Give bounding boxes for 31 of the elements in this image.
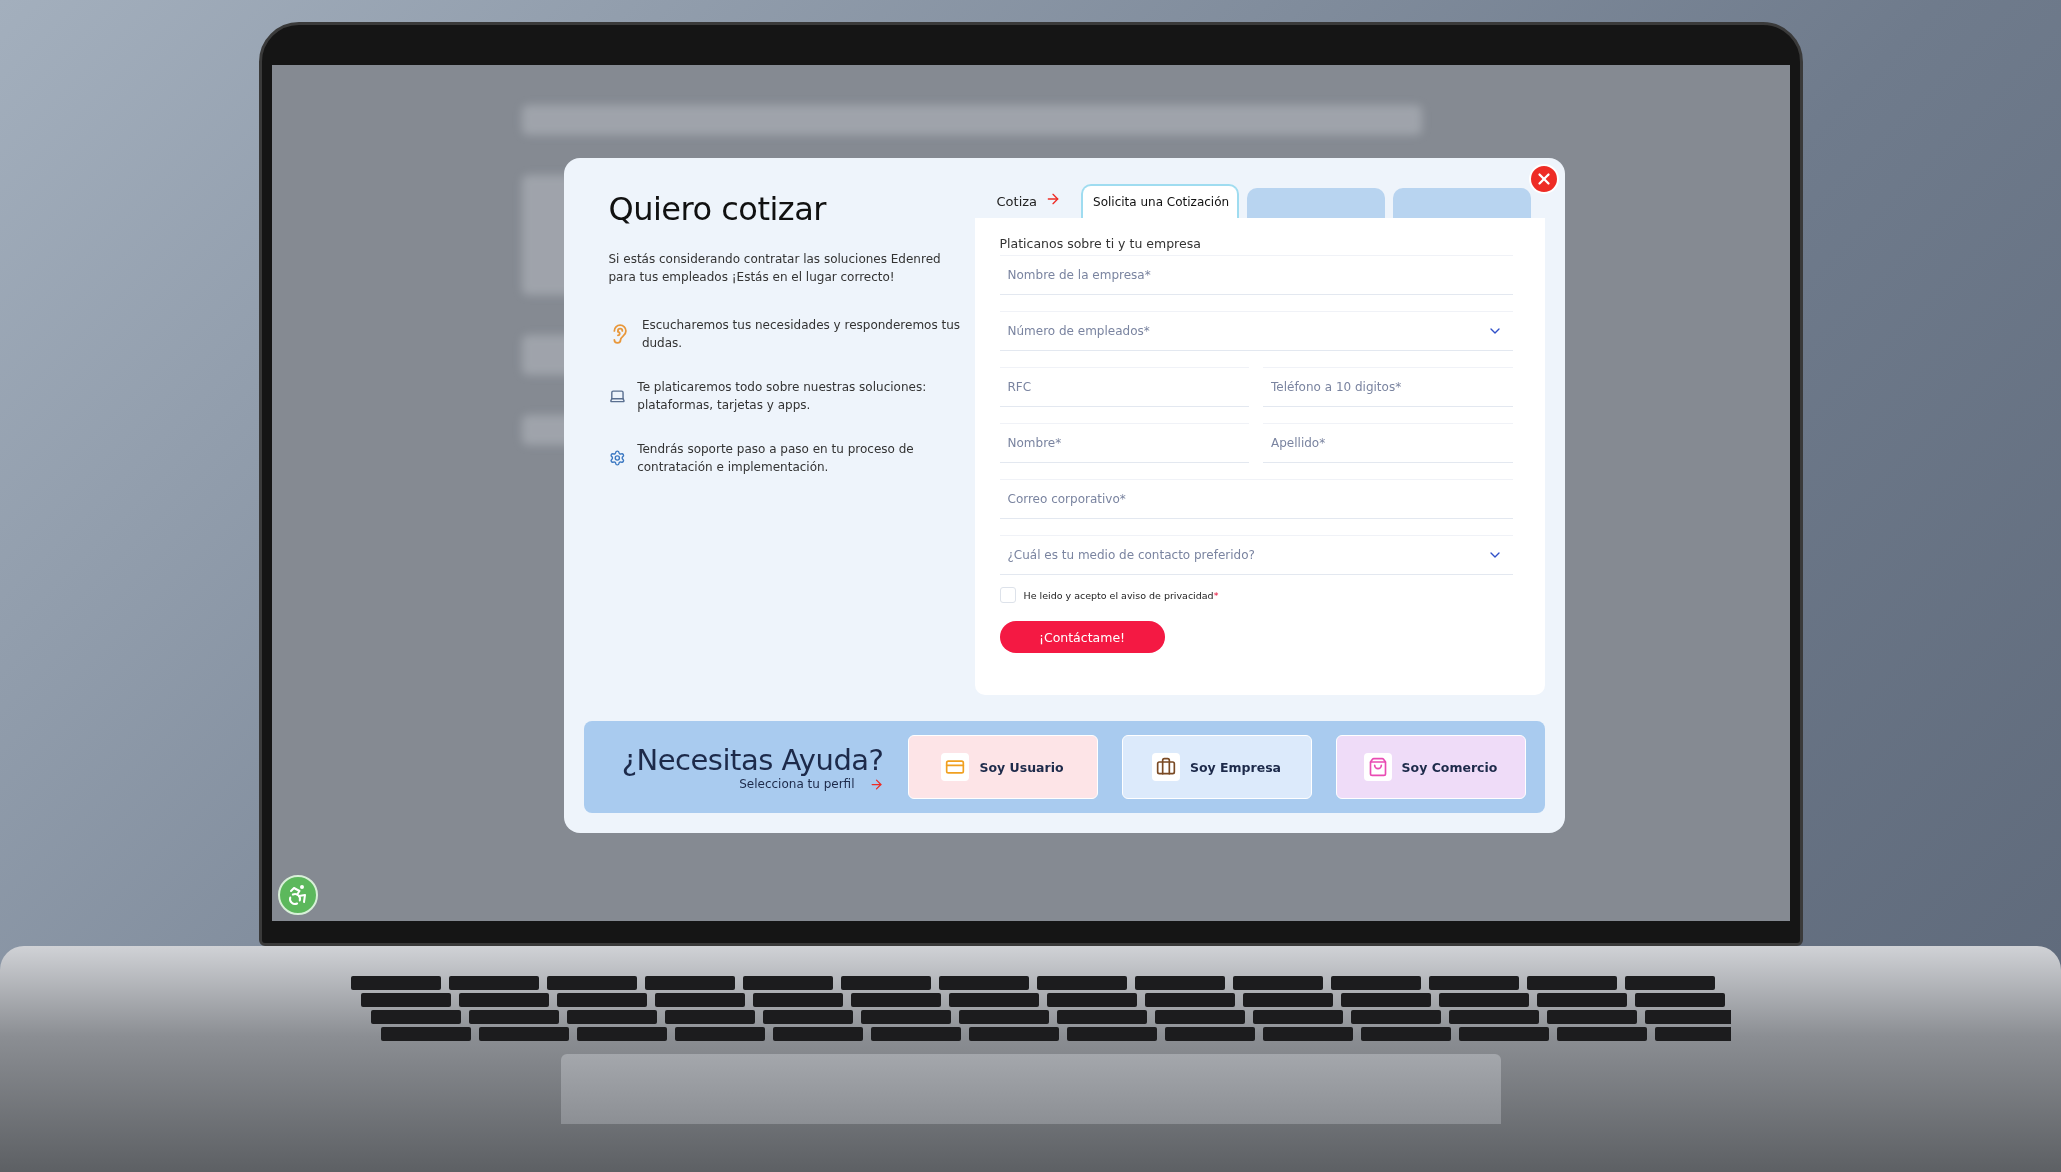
shopping-bag-icon [1363,753,1392,781]
step-label: Cotiza [996,193,1038,209]
card-icon [941,753,970,781]
dialog-title: Quiero cotizar [608,190,828,228]
benefit-text: Te platicaremos todo sobre nuestras soluciones: plataformas, tarjetas y apps. [637,379,928,414]
step-tab[interactable]: Solicita una Cotización [1081,184,1240,218]
input-field[interactable]: RFC [999,367,1249,407]
profile-button[interactable]: Soy Empresa [1121,735,1312,799]
step-tab[interactable] [1247,188,1386,218]
privacy-label: He leido y acepto el aviso de privacidad* [1023,589,1219,601]
privacy-checkbox[interactable] [999,587,1016,603]
select-field[interactable]: ¿Cuál es tu medio de contacto preferido? [999,535,1513,575]
help-subtitle: Selecciona tu perfil [739,777,855,791]
input-field[interactable]: Nombre* [999,423,1249,463]
briefcase-icon [1151,753,1180,781]
close-button[interactable] [1528,164,1559,194]
input-field[interactable]: Apellido* [1263,423,1513,463]
select-field[interactable]: Número de empleados* [999,311,1513,351]
arrow-icon [868,776,884,792]
form-heading: Platicanos sobre ti y tu empresa [999,236,1202,251]
input-field[interactable]: Correo corporativo* [999,479,1513,519]
input-field[interactable]: Teléfono a 10 digitos* [1263,367,1513,407]
contact-button[interactable]: ¡Contáctame! [999,621,1165,653]
benefit-text: Escucharemos tus necesidades y responderemos tus dudas. [641,317,962,352]
help-title: ¿Necesitas Ayuda? [621,742,884,777]
accessibility-button[interactable] [277,875,318,915]
profile-button[interactable]: Soy Usuario [907,735,1098,799]
intro-text: Si estás considerando contratar las soluciones Edenred para tus empleados ¡Estás en el lugar correcto! [608,251,942,286]
benefit-text: Tendrás soporte paso a paso en tu proceso de contratación e implementación. [637,441,915,476]
profile-button[interactable]: Soy Comercio [1335,735,1526,799]
input-field[interactable]: Nombre de la empresa* [999,255,1513,295]
